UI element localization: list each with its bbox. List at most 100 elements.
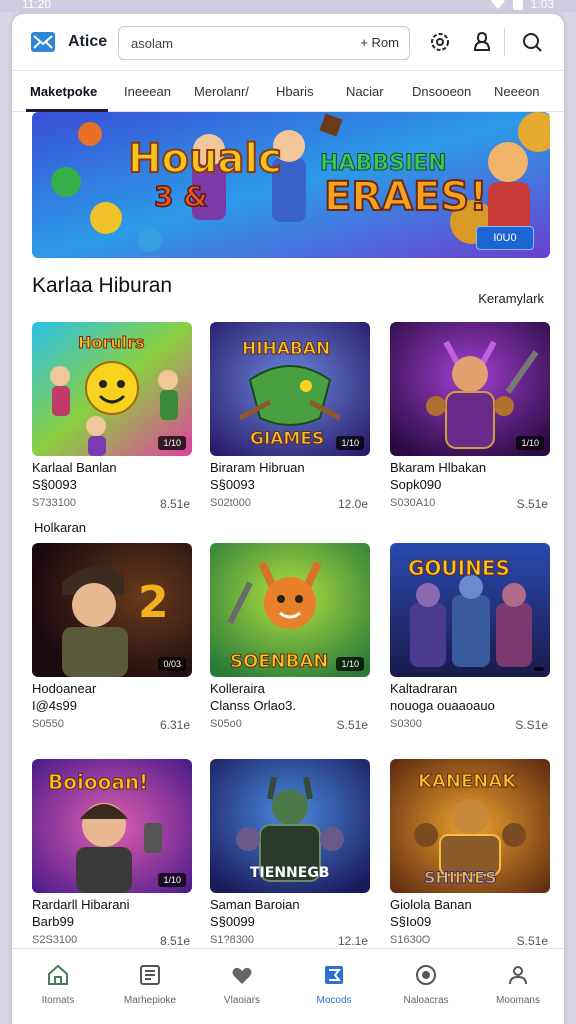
game-rating: 6.31e: [159, 718, 190, 732]
nav-label: Mocods: [316, 995, 352, 1006]
header-divider: [504, 28, 505, 56]
svg-text:KANENAK: KANENAK: [418, 771, 517, 792]
game-thumbnail: KANENAK SHIINES: [390, 759, 550, 893]
game-badge: 0/03: [158, 657, 186, 671]
game-art: KANENAK SHIINES: [390, 759, 550, 893]
game-thumbnail: 2 0/03: [32, 543, 192, 677]
svg-text:SOENBAN: SOENBAN: [230, 651, 328, 672]
game-price: S030A10: [390, 497, 436, 509]
search-input[interactable]: asolam + Rom: [118, 26, 410, 60]
nav-account[interactable]: Moomans: [472, 949, 564, 1024]
tab-marketplace[interactable]: Maketpoke: [30, 84, 97, 99]
game-thumbnail: 1/10: [390, 322, 550, 456]
tab-6[interactable]: Dnsooeon: [412, 84, 471, 99]
subsection-label: Holkaran: [34, 520, 87, 535]
game-subtitle: I@4s99: [32, 698, 77, 713]
svg-text:2: 2: [138, 577, 169, 628]
game-art: GOUINES: [390, 543, 550, 677]
svg-text:HIHABAN: HIHABAN: [242, 339, 330, 359]
nav-home[interactable]: Itomats: [12, 949, 104, 1024]
user-icon: [509, 966, 527, 985]
category-tabs: Maketpoke Ineeean Merolanr/ Hbaris Nacia…: [12, 70, 564, 112]
svg-text:HABBSIEN: HABBSIEN: [320, 151, 446, 176]
app-name: Atice: [68, 33, 108, 50]
game-thumbnail: Horulrs 1/10: [32, 322, 192, 456]
game-subtitle: S§0093: [32, 477, 77, 492]
game-subtitle: Barb99: [32, 914, 74, 929]
game-title: Kaltadraran: [390, 681, 458, 696]
game-card[interactable]: SOENBAN 1/10 Kolleraira Clanss Orlao3. S…: [210, 543, 370, 739]
game-thumbnail: Boiooan! 1/10: [32, 759, 192, 893]
game-badge: 1/10: [158, 873, 186, 887]
status-bar: 11:20 1:03: [0, 0, 576, 12]
game-rating: 12.0e: [337, 497, 368, 511]
svg-text:Boiooan!: Boiooan!: [48, 770, 148, 794]
game-title: Bkaram Hlbakan: [390, 460, 487, 475]
game-card[interactable]: TIENNEGB Saman Baroian S§0099 S1?8300 12…: [210, 759, 370, 955]
tab-3[interactable]: Merolanr/: [194, 84, 249, 99]
game-title: Kolleraira: [210, 681, 265, 696]
game-rating: S.51e: [336, 718, 368, 732]
game-thumbnail: TIENNEGB: [210, 759, 370, 893]
game-thumbnail: HIHABAN GIAMES 1/10: [210, 322, 370, 456]
profile-icon[interactable]: [470, 30, 494, 54]
nav-notifications[interactable]: Naloacras: [380, 949, 472, 1024]
game-subtitle: nouoga ouaaoauo: [390, 698, 495, 713]
bottom-nav: Itomats Marhepioke Vlaoiars Mocods Naloa…: [12, 948, 564, 1024]
game-rating: 8.51e: [159, 934, 190, 948]
game-card[interactable]: HIHABAN GIAMES 1/10 Biraram Hibruan S§00…: [210, 322, 370, 518]
section-title: Karlaa Hiburan: [32, 274, 173, 297]
tab-7[interactable]: Neeeon: [494, 84, 540, 99]
svg-text:ERAES!: ERAES!: [324, 174, 487, 220]
game-price: S1?8300: [210, 934, 255, 946]
status-right: 1:03: [490, 0, 554, 11]
game-price: S05o0: [210, 718, 242, 730]
game-card[interactable]: 1/10 Bkaram Hlbakan Sopk090 S030A10 S.51…: [390, 322, 550, 518]
status-right-time: 1:03: [530, 0, 554, 11]
home-icon: [48, 964, 68, 985]
game-price: S733100: [32, 497, 77, 509]
game-card[interactable]: KANENAK SHIINES Giolola Banan S§Io09 S16…: [390, 759, 550, 955]
game-card[interactable]: 2 0/03 Hodoanear I@4s99 S0550 6.31e: [32, 543, 192, 739]
app-logo-icon[interactable]: [30, 30, 56, 54]
wifi-icon: [490, 0, 505, 9]
game-subtitle: S§Io09: [390, 914, 432, 929]
search-button[interactable]: + Rom: [360, 35, 399, 50]
nav-label: Marhepioke: [123, 995, 177, 1006]
tab-4[interactable]: Hbaris: [276, 84, 314, 99]
game-rating: S.S1e: [515, 718, 548, 732]
tab-2[interactable]: Ineeean: [124, 84, 171, 99]
game-title: Karlaal Banlan: [32, 460, 117, 475]
search-icon[interactable]: [520, 30, 544, 54]
game-subtitle: Clanss Orlao3.: [210, 698, 296, 713]
game-card[interactable]: Boiooan! 1/10 Rardarll Hibarani Barb99 S…: [32, 759, 192, 955]
svg-text:Houalc: Houalc: [128, 136, 282, 182]
game-title: Rardarll Hibarani: [32, 897, 130, 912]
game-card[interactable]: Horulrs 1/10 Karlaal Banlan S§0093 S7331…: [32, 322, 192, 518]
game-badge: [534, 667, 544, 671]
nav-favorites[interactable]: Vlaoiars: [196, 949, 288, 1024]
svg-text:GOUINES: GOUINES: [408, 556, 510, 580]
svg-text:Horulrs: Horulrs: [78, 333, 145, 352]
game-thumbnail: SOENBAN 1/10: [210, 543, 370, 677]
game-rating: S.51e: [516, 497, 548, 511]
game-badge: 1/10: [158, 436, 186, 450]
tab-5[interactable]: Naciar: [346, 84, 384, 99]
game-badge: 1/10: [336, 436, 364, 450]
game-thumbnail: GOUINES: [390, 543, 550, 677]
game-title: Giolola Banan: [390, 897, 472, 912]
settings-gear-icon[interactable]: [428, 30, 452, 54]
nav-marketplace[interactable]: Marhepioke: [104, 949, 196, 1024]
section-see-more-link[interactable]: Keramylark: [478, 291, 544, 306]
list-icon: [140, 965, 160, 985]
game-title: Hodoanear: [32, 681, 97, 696]
nav-mods[interactable]: Mocods: [288, 949, 380, 1024]
game-title: Biraram Hibruan: [210, 460, 305, 475]
game-card[interactable]: GOUINES Kaltadraran nouoga ouaaoauo S030…: [390, 543, 550, 739]
svg-text:SHIINES: SHIINES: [424, 868, 497, 887]
game-price: S2S3100: [32, 934, 78, 946]
search-value: asolam: [131, 36, 173, 51]
banner-button[interactable]: I0U0: [476, 226, 534, 250]
game-rating: S.51e: [516, 934, 548, 948]
promo-banner[interactable]: Houalc 3 & HABBSIEN ERAES! I0U0: [32, 112, 550, 258]
